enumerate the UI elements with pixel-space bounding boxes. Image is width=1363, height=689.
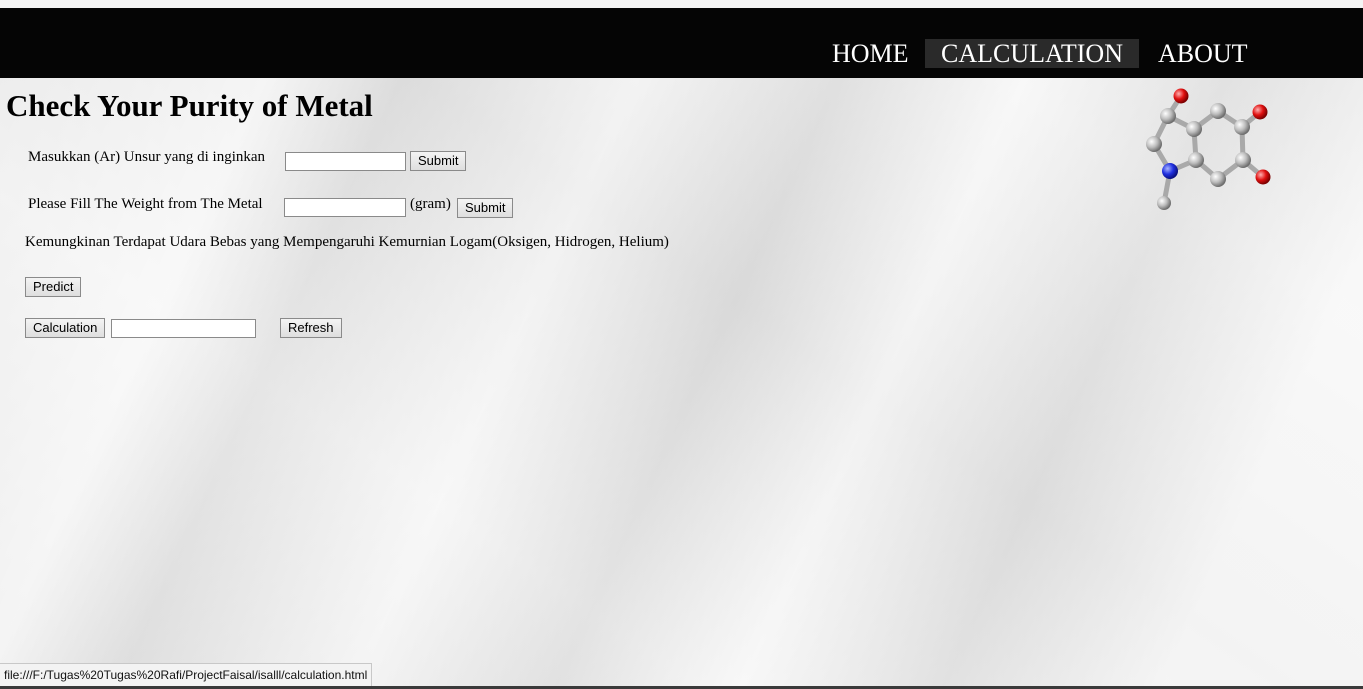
weight-submit-button[interactable]: Submit [457,198,514,218]
nav-home[interactable]: HOME [816,39,925,68]
window-top-strip [0,0,1363,8]
weight-input[interactable] [284,198,406,217]
predict-button[interactable]: Predict [25,277,82,297]
calculation-result-field[interactable] [111,319,256,338]
weight-label: Please Fill The Weight from The Metal [28,196,263,212]
nav-about[interactable]: ABOUT [1142,39,1264,68]
ar-submit-button[interactable]: Submit [410,151,467,171]
status-bar-url: file:///F:/Tugas%20Tugas%20Rafi/ProjectF… [0,663,373,687]
info-text: Kemungkinan Terdapat Udara Bebas yang Me… [25,234,669,250]
calculation-button[interactable]: Calculation [25,318,106,338]
ar-label: Masukkan (Ar) Unsur yang di inginkan [28,149,266,165]
nav-calculation[interactable]: CALCULATION [925,39,1139,68]
page-title: Check Your Purity of Metal [6,88,373,123]
molecule-model-icon [1146,88,1271,210]
refresh-button[interactable]: Refresh [280,318,342,338]
ar-input[interactable] [285,152,406,171]
weight-unit: (gram) [410,196,451,212]
top-navbar: HOME CALCULATION ABOUT [0,8,1363,78]
